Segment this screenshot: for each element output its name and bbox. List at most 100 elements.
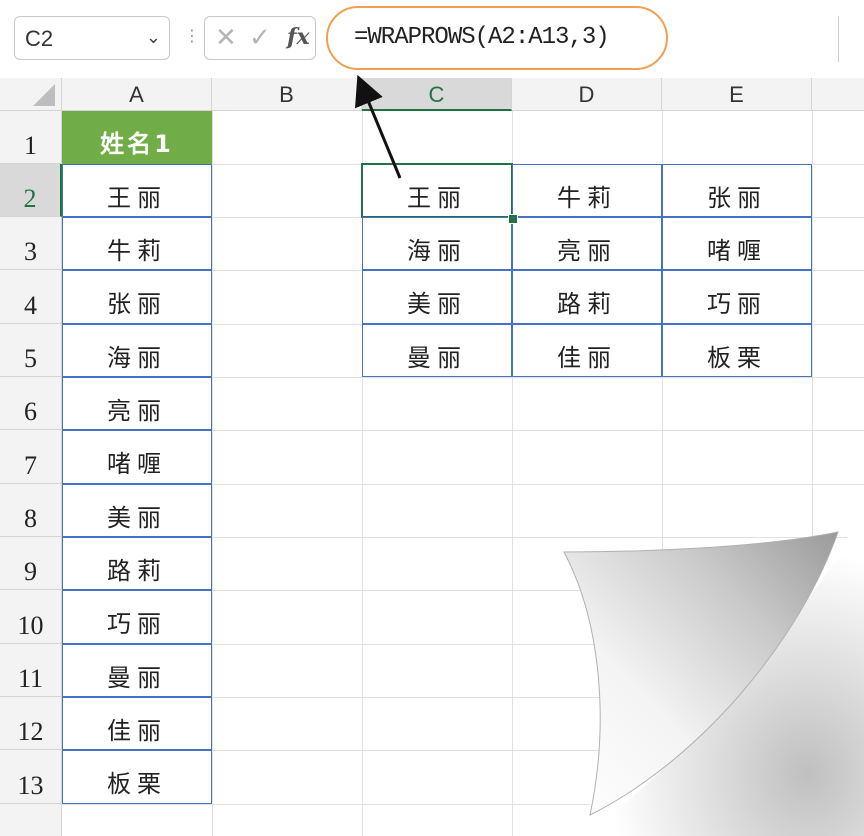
cell-a13[interactable]: 板栗: [62, 750, 212, 804]
row-number: 13: [17, 771, 44, 800]
row-header-7[interactable]: 7: [0, 430, 62, 484]
cell-c3[interactable]: 海丽: [362, 217, 512, 270]
gridline: [812, 111, 813, 836]
select-all-corner[interactable]: [0, 78, 62, 111]
row-header-5[interactable]: 5: [0, 324, 62, 377]
select-all-icon: [33, 84, 55, 106]
cell-d2[interactable]: 牛莉: [512, 164, 662, 217]
row-number: 8: [24, 504, 37, 533]
row-number: 3: [24, 237, 37, 266]
formula-bar-edge: [838, 16, 839, 62]
cell-value: 曼丽: [407, 344, 467, 372]
cell-a5[interactable]: 海丽: [62, 324, 212, 377]
cell-d5[interactable]: 佳丽: [512, 324, 662, 377]
cell-value: 美丽: [107, 504, 167, 532]
row-number: 4: [24, 291, 37, 320]
cell-value: 王丽: [107, 184, 167, 212]
drag-handle-icon[interactable]: ⋮: [184, 26, 200, 45]
cell-a10[interactable]: 巧丽: [62, 590, 212, 644]
cell-a11[interactable]: 曼丽: [62, 644, 212, 697]
insert-function-icon[interactable]: fx: [287, 24, 310, 50]
cell-value: 板栗: [707, 344, 767, 372]
cell-value: 曼丽: [107, 664, 167, 692]
column-header-f[interactable]: [812, 78, 864, 111]
cell-value: 张丽: [707, 184, 767, 212]
cancel-icon[interactable]: ✕: [215, 23, 237, 53]
row-header-4[interactable]: 4: [0, 270, 62, 324]
row-header-11[interactable]: 11: [0, 644, 62, 697]
row-header-12[interactable]: 12: [0, 697, 62, 750]
cell-value: 牛莉: [557, 184, 617, 212]
row-number: 11: [17, 664, 44, 693]
chevron-down-icon[interactable]: ⌄: [146, 27, 161, 48]
row-number: 6: [24, 397, 37, 426]
cell-value: 佳丽: [107, 717, 167, 745]
cell-d4[interactable]: 路莉: [512, 270, 662, 324]
cell-a8[interactable]: 美丽: [62, 484, 212, 537]
row-header-13[interactable]: 13: [0, 750, 62, 804]
cell-value: 王丽: [407, 184, 467, 212]
row-header-8[interactable]: 8: [0, 484, 62, 537]
cell-a2[interactable]: 王丽: [62, 164, 212, 217]
row-number: 9: [24, 557, 37, 586]
cell-value: 亮丽: [107, 397, 167, 425]
gridline: [212, 111, 213, 836]
column-header-b[interactable]: B: [212, 78, 362, 111]
row-header-9[interactable]: 9: [0, 537, 62, 590]
cell-value: 张丽: [107, 290, 167, 318]
column-header-e[interactable]: E: [662, 78, 812, 111]
cell-value: 海丽: [407, 237, 467, 265]
formula-text[interactable]: =WRAPROWS(A2:A13,3): [354, 24, 610, 51]
row-header-3[interactable]: 3: [0, 217, 62, 270]
name-box-value: C2: [25, 26, 54, 51]
cell-value: 板栗: [107, 770, 167, 798]
cell-a12[interactable]: 佳丽: [62, 697, 212, 750]
cell-value: 亮丽: [557, 237, 617, 265]
row-header-1[interactable]: 1: [0, 111, 62, 164]
name-box[interactable]: C2 ⌄: [14, 16, 170, 60]
fill-handle[interactable]: [508, 214, 518, 224]
row-number: 7: [24, 451, 37, 480]
cell-e4[interactable]: 巧丽: [662, 270, 812, 324]
formula-buttons: ✕ ✓ fx: [204, 16, 316, 60]
row-number: 1: [24, 131, 37, 160]
cell-value: 啫喱: [707, 237, 767, 265]
row-header-14[interactable]: [0, 804, 62, 836]
cell-value: 路莉: [557, 290, 617, 318]
cell-value: 美丽: [407, 290, 467, 318]
row-number: 12: [17, 717, 44, 746]
cell-a3[interactable]: 牛莉: [62, 217, 212, 270]
row-number: 2: [23, 184, 37, 213]
column-header-c[interactable]: C: [362, 78, 512, 111]
cell-c5[interactable]: 曼丽: [362, 324, 512, 377]
header-label: 姓名1: [100, 130, 174, 158]
cell-e5[interactable]: 板栗: [662, 324, 812, 377]
cell-value: 海丽: [107, 344, 167, 372]
cell-value: 巧丽: [107, 610, 167, 638]
cell-e2[interactable]: 张丽: [662, 164, 812, 217]
cell-a6[interactable]: 亮丽: [62, 377, 212, 430]
row-header-2[interactable]: 2: [0, 164, 62, 217]
row-header-10[interactable]: 10: [0, 590, 62, 644]
enter-icon[interactable]: ✓: [249, 23, 271, 53]
gridline: [62, 804, 864, 805]
cell-c4[interactable]: 美丽: [362, 270, 512, 324]
cell-value: 佳丽: [557, 344, 617, 372]
cell-a7[interactable]: 啫喱: [62, 430, 212, 484]
row-number: 5: [24, 344, 37, 373]
cell-a9[interactable]: 路莉: [62, 537, 212, 590]
cell-d3[interactable]: 亮丽: [512, 217, 662, 270]
column-header-d[interactable]: D: [512, 78, 662, 111]
column-header-a[interactable]: A: [62, 78, 212, 111]
cell-value: 啫喱: [107, 450, 167, 478]
cell-a1-header[interactable]: 姓名1: [62, 111, 212, 164]
cell-value: 巧丽: [707, 290, 767, 318]
spreadsheet: C2 ⌄ ⋮ ✕ ✓ fx =WRAPROWS(A2:A13,3) A B C …: [0, 0, 864, 836]
row-header-6[interactable]: 6: [0, 377, 62, 430]
formula-bar: C2 ⌄ ⋮ ✕ ✓ fx =WRAPROWS(A2:A13,3): [0, 0, 864, 78]
row-number: 10: [17, 611, 44, 640]
cell-c2[interactable]: 王丽: [361, 163, 513, 218]
cell-a4[interactable]: 张丽: [62, 270, 212, 324]
cell-value: 路莉: [107, 557, 167, 585]
cell-e3[interactable]: 啫喱: [662, 217, 812, 270]
